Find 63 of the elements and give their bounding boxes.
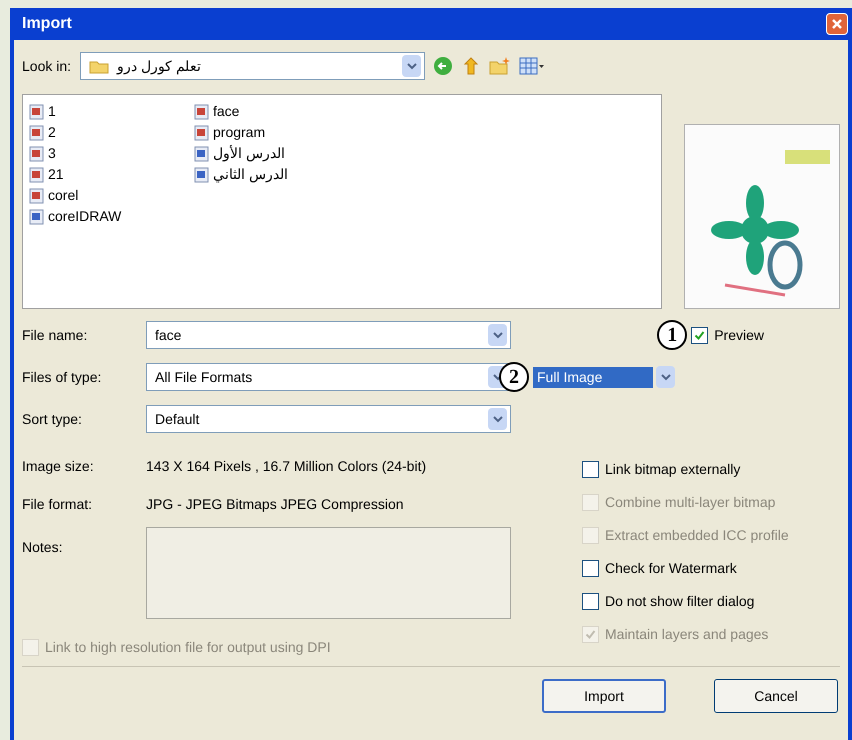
look-in-dropdown[interactable]: تعلم كورل درو xyxy=(80,52,425,80)
file-icon xyxy=(194,166,209,182)
info-value: 143 X 164 Pixels , 16.7 Million Colors (24-bit) xyxy=(146,456,426,476)
chevron-down-icon xyxy=(492,332,502,338)
checkbox-label: Maintain layers and pages xyxy=(605,625,768,644)
dropdown-arrow-button[interactable] xyxy=(488,408,507,430)
view-menu-icon[interactable] xyxy=(519,57,545,75)
checkbox-label: Do not show filter dialog xyxy=(605,592,754,611)
file-name-dropdown[interactable]: face xyxy=(146,321,511,349)
file-item[interactable]: coreIDRAW xyxy=(29,206,139,227)
checkbox-label: Combine multi-layer bitmap xyxy=(605,493,776,512)
file-item[interactable]: الدرس الثاني xyxy=(194,164,304,185)
window-title: Import xyxy=(22,14,72,34)
file-icon xyxy=(29,124,44,140)
checkbox-label: Check for Watermark xyxy=(605,559,737,578)
checkbox-label: Extract embedded ICC profile xyxy=(605,526,789,545)
dropdown-arrow-button[interactable] xyxy=(402,55,421,77)
field-label: Sort type: xyxy=(22,410,83,429)
field-label: Files of type: xyxy=(22,368,102,387)
file-item[interactable]: program xyxy=(194,122,304,143)
file-icon xyxy=(194,124,209,140)
file-icon xyxy=(29,104,44,120)
callout-number: 2 xyxy=(499,362,529,392)
notes-label: Notes: xyxy=(22,538,64,557)
folder-icon xyxy=(89,58,109,74)
file-item[interactable]: 2 xyxy=(29,122,139,143)
close-button[interactable] xyxy=(826,13,848,35)
info-label: File format: xyxy=(22,494,94,514)
checkbox[interactable] xyxy=(582,593,599,610)
checkbox-label: Link bitmap externally xyxy=(605,460,740,479)
cancel-button[interactable]: Cancel xyxy=(714,679,838,713)
file-item[interactable]: corel xyxy=(29,185,139,206)
file-icon xyxy=(29,188,44,204)
checkbox[interactable] xyxy=(582,461,599,478)
file-item[interactable]: 3 xyxy=(29,143,139,164)
check-icon xyxy=(585,629,596,640)
info-value: JPG - JPEG Bitmaps JPEG Compression xyxy=(146,494,404,514)
file-icon xyxy=(29,146,44,162)
file-icon xyxy=(194,104,209,120)
chevron-down-icon xyxy=(660,374,670,380)
file-item[interactable]: 1 xyxy=(29,101,139,122)
import-button[interactable]: Import xyxy=(542,679,666,713)
close-icon xyxy=(831,18,843,30)
checkbox-label: Link to high resolution file for output using DPI xyxy=(45,638,331,657)
file-icon xyxy=(29,166,44,182)
check-icon xyxy=(694,330,706,340)
info-label: Image size: xyxy=(22,456,95,476)
checkbox[interactable] xyxy=(691,326,708,344)
file-item[interactable]: 21 xyxy=(29,164,139,185)
chevron-down-icon xyxy=(406,62,416,70)
file-item[interactable]: face xyxy=(194,101,304,122)
file-icon xyxy=(29,208,44,224)
file-icon xyxy=(194,146,209,162)
chevron-down-icon xyxy=(492,416,502,422)
checkbox[interactable] xyxy=(582,560,599,577)
field-label: File name: xyxy=(22,326,88,344)
file-item[interactable]: الدرس الأول xyxy=(194,143,304,164)
look-in-label: Look in: xyxy=(22,56,72,76)
callout-number: 1 xyxy=(657,320,688,350)
sort-type-dropdown[interactable]: Default xyxy=(146,405,511,433)
up-folder-icon[interactable] xyxy=(461,56,481,76)
checkbox-label: Preview xyxy=(714,326,764,344)
dropdown-arrow-button[interactable] xyxy=(488,324,507,346)
